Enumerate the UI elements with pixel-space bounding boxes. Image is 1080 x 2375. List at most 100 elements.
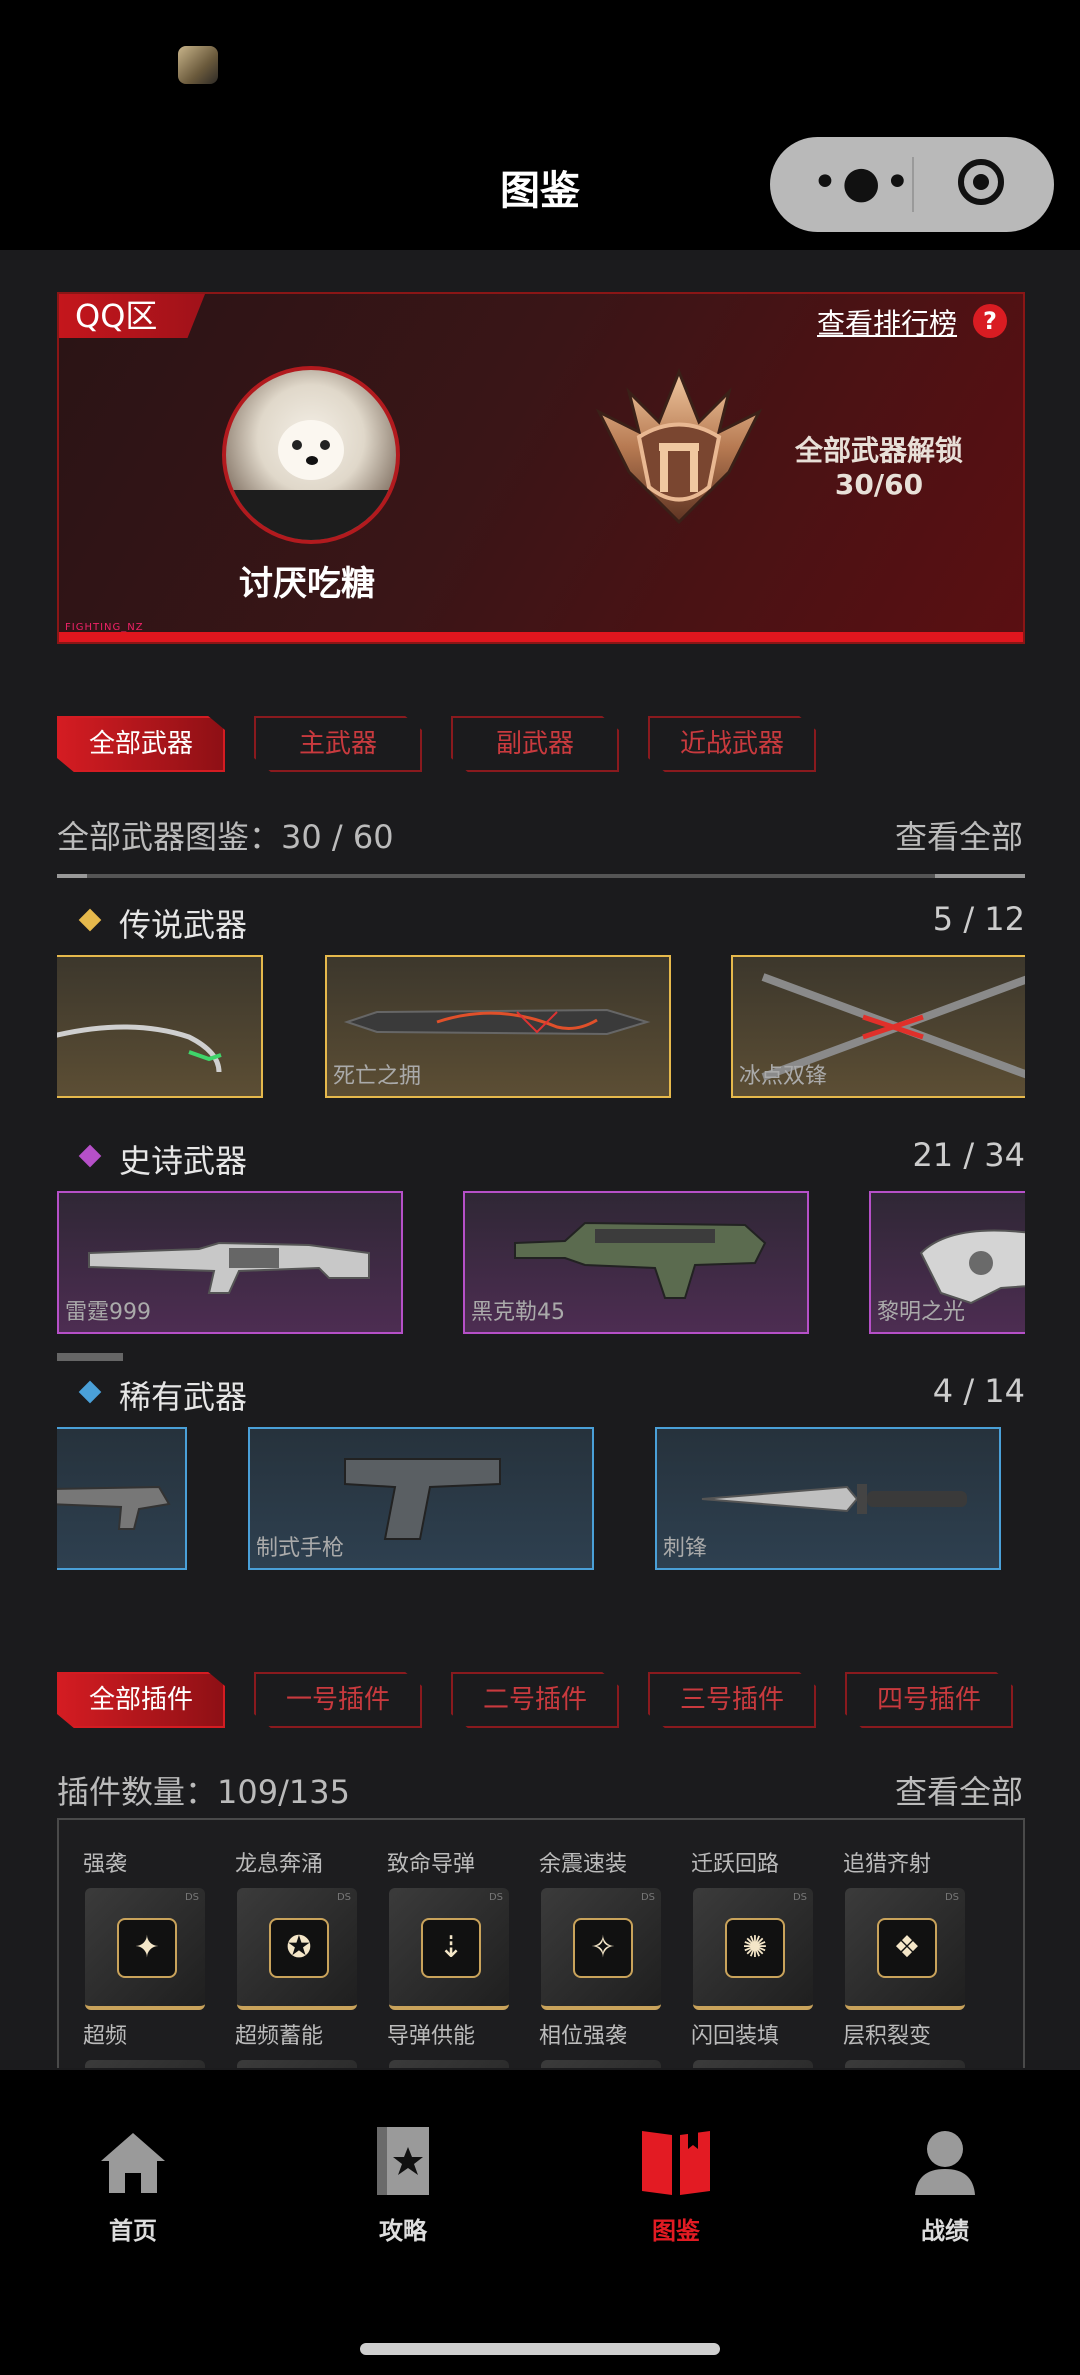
home-icon (101, 2133, 165, 2193)
greatsword-icon (343, 1008, 651, 1036)
scythe-icon (57, 1024, 222, 1073)
plugin-card[interactable] (237, 2060, 357, 2068)
plugin-dragon-icon: ✪ (269, 1918, 329, 1978)
weapon-view-all-link[interactable]: 查看全部 (895, 812, 1023, 858)
plugin-label: 致命导弹 (387, 1852, 476, 1877)
weapon-card[interactable]: 雷霆999 (57, 1191, 403, 1334)
nav-label: 战绩 (921, 2217, 969, 2245)
weapon-name: 黑克勒45 (471, 1300, 565, 1325)
bottom-nav: 首页 攻略 图鉴 战绩 (0, 2070, 1080, 2375)
weapon-tabs: 全部武器 主武器 副武器 近战武器 (57, 716, 1037, 776)
tab-primary-weapons[interactable]: 主武器 (254, 716, 422, 772)
legendary-diamond-icon (78, 908, 102, 932)
tab-all-plugins[interactable]: 全部插件 (57, 1672, 225, 1728)
weapon-name: 冰点双锋 (739, 1064, 828, 1089)
plugin-card[interactable]: DS ❖ (845, 1888, 965, 2010)
weapon-name: 刺锋 (663, 1536, 708, 1561)
horizontal-scroll-indicator (57, 1353, 123, 1361)
tab-plugin-4[interactable]: 四号插件 (845, 1672, 1013, 1728)
category-header-rare: 稀有武器 4 / 14 (57, 1372, 1025, 1416)
plugin-loop-icon: ✺ (725, 1918, 785, 1978)
plugin-grid: 强袭 龙息奔涌 致命导弹 余震速装 迁跃回路 追猎齐射 DS ✦ DS ✪ DS ⇣ … (57, 1818, 1025, 2068)
card-footer-text: FIGHTING_NZ (65, 622, 144, 633)
nav-item-home[interactable]: 首页 (63, 2125, 203, 2246)
plugin-label: 迁跃回路 (691, 1852, 780, 1877)
plugin-label: 强袭 (83, 1852, 128, 1877)
nav-item-record[interactable]: 战绩 (875, 2125, 1015, 2246)
help-icon[interactable]: ? (973, 304, 1007, 338)
plugin-assault-icon: ✦ (117, 1918, 177, 1978)
plugin-view-all-link[interactable]: 查看全部 (895, 1767, 1023, 1813)
home-indicator (360, 2343, 720, 2355)
machine-gun-icon (88, 1241, 370, 1294)
weapon-collection-count: 全部武器图鉴：30 / 60 (57, 818, 394, 856)
plugin-missile-icon: ⇣ (421, 1918, 481, 1978)
plugin-aftershock-icon: ✧ (573, 1918, 633, 1978)
category-name: 史诗武器 (119, 1142, 248, 1180)
plugin-label: 龙息奔涌 (235, 1852, 324, 1877)
plugin-card[interactable] (541, 2060, 661, 2068)
plugin-label: 余震速装 (539, 1852, 628, 1877)
weapon-card[interactable]: 黎明之光 (869, 1191, 1025, 1334)
tab-melee-weapons[interactable]: 近战武器 (648, 716, 816, 772)
category-count: 4 / 14 (932, 1372, 1025, 1410)
weapon-card[interactable] (57, 1427, 187, 1570)
nav-item-guide[interactable]: 攻略 (333, 2125, 473, 2246)
region-tag: QQ区 (59, 294, 205, 338)
category-header-legendary: 传说武器 5 / 12 (57, 900, 1025, 944)
pistol-icon (344, 1458, 501, 1540)
plugin-count: 插件数量：109/135 (57, 1773, 350, 1811)
category-header-epic: 史诗武器 21 / 34 (57, 1136, 1025, 1180)
weapon-name: 制式手枪 (256, 1536, 345, 1561)
tab-plugin-1[interactable]: 一号插件 (254, 1672, 422, 1728)
nav-label: 首页 (109, 2217, 157, 2245)
plugin-card[interactable] (693, 2060, 813, 2068)
weapon-card[interactable]: 刺锋 (655, 1427, 1001, 1570)
rare-weapon-row: 制式手枪 刺锋 (57, 1427, 1025, 1572)
category-count: 21 / 34 (912, 1136, 1025, 1174)
plugin-card[interactable] (389, 2060, 509, 2068)
plugin-card[interactable]: DS ✺ (693, 1888, 813, 2010)
username: 讨厌吃糖 (239, 564, 375, 604)
unlock-label: 全部武器解锁 (794, 434, 963, 467)
epic-diamond-icon (78, 1144, 102, 1168)
plugin-label: 层积裂变 (843, 2024, 932, 2049)
unlock-summary: 全部武器解锁 30/60 (779, 434, 979, 502)
profile-card: QQ区 查看排行榜 ? 讨厌吃糖 全部武器解锁 30/60 FIGHTING_N… (57, 292, 1025, 644)
tab-secondary-weapons[interactable]: 副武器 (451, 716, 619, 772)
nav-item-collection[interactable]: 图鉴 (606, 2125, 746, 2246)
avatar[interactable] (222, 366, 400, 544)
weapon-name: 雷霆999 (65, 1300, 151, 1325)
tab-plugin-2[interactable]: 二号插件 (451, 1672, 619, 1728)
plugin-card[interactable]: DS ⇣ (389, 1888, 509, 2010)
more-icon[interactable]: •●• (812, 161, 910, 205)
leaderboard-link[interactable]: 查看排行榜 (817, 302, 957, 342)
plugin-card[interactable]: DS ✪ (237, 1888, 357, 2010)
weapon-name: 黎明之光 (877, 1300, 966, 1325)
weapon-card[interactable]: 冰点双锋 (731, 955, 1025, 1098)
plugin-card[interactable] (85, 2060, 205, 2068)
weapon-card[interactable]: 死亡之拥 (325, 955, 671, 1098)
book-icon (642, 2129, 710, 2195)
plugin-label: 导弹供能 (387, 2024, 476, 2049)
weapon-card[interactable]: 制式手枪 (248, 1427, 594, 1570)
category-name: 稀有武器 (119, 1378, 248, 1416)
tab-plugin-3[interactable]: 三号插件 (648, 1672, 816, 1728)
app-icon (178, 46, 218, 84)
weapon-card[interactable]: 黑克勒45 (463, 1191, 809, 1334)
plugin-card[interactable] (845, 2060, 965, 2068)
weapon-scroll-indicator (57, 874, 1025, 878)
epic-weapon-row: 雷霆999 黑克勒45 黎明之光 (57, 1191, 1025, 1336)
plugin-label: 追猎齐射 (843, 1852, 932, 1877)
nav-label: 攻略 (379, 2217, 427, 2245)
plugin-card[interactable]: DS ✧ (541, 1888, 661, 2010)
close-target-icon[interactable] (958, 159, 1004, 205)
plugin-label: 超频 (83, 2024, 128, 2049)
category-count: 5 / 12 (932, 900, 1025, 938)
weapon-card[interactable] (57, 955, 263, 1098)
mini-program-capsule: •●• (770, 137, 1054, 232)
plugin-tabs: 全部插件 一号插件 二号插件 三号插件 四号插件 (57, 1672, 1037, 1732)
tab-all-weapons[interactable]: 全部武器 (57, 716, 225, 772)
plugin-card[interactable]: DS ✦ (85, 1888, 205, 2010)
plugin-label: 相位强袭 (539, 2024, 628, 2049)
